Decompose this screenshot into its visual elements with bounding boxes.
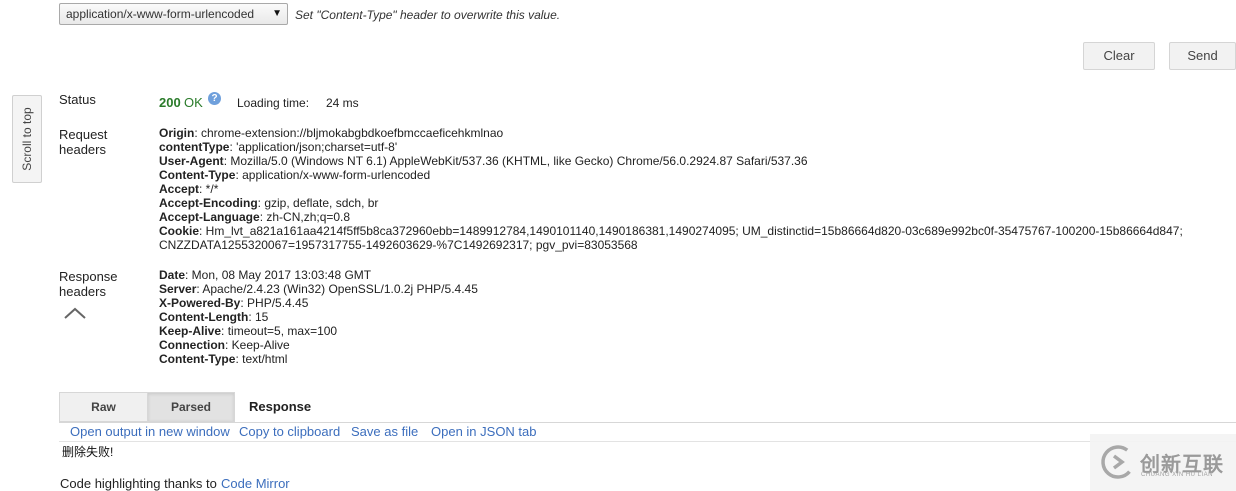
tab-parsed[interactable]: Parsed <box>147 392 235 422</box>
request-header-line: Accept: */* <box>159 182 219 196</box>
response-header-line: Date: Mon, 08 May 2017 13:03:48 GMT <box>159 268 372 282</box>
tab-response[interactable]: Response <box>249 399 311 414</box>
response-header-line: X-Powered-By: PHP/5.4.45 <box>159 296 309 310</box>
response-header-line: Content-Type: text/html <box>159 352 288 366</box>
request-header-line: Accept-Language: zh-CN,zh;q=0.8 <box>159 210 351 224</box>
send-button[interactable]: Send <box>1169 42 1236 70</box>
code-mirror-link[interactable]: Code Mirror <box>221 476 290 491</box>
cookie-continuation: CNZZDATA1255320067=1957317755-1492603629… <box>159 238 638 252</box>
chevron-up-icon[interactable] <box>63 306 87 320</box>
response-header-line: Keep-Alive: timeout=5, max=100 <box>159 324 338 338</box>
copy-to-clipboard-link[interactable]: Copy to clipboard <box>239 424 340 439</box>
content-type-hint: Set "Content-Type" header to overwrite t… <box>295 8 561 22</box>
status-text: OK <box>184 95 203 110</box>
status-label: Status <box>59 92 96 107</box>
content-type-select[interactable]: application/x-www-form-urlencoded ▼ <box>59 3 288 25</box>
response-header-line: Server: Apache/2.4.23 (Win32) OpenSSL/1.… <box>159 282 478 296</box>
watermark-subtitle: CHUANG XIN HU LIAN <box>1141 472 1214 478</box>
help-icon[interactable]: ? <box>208 92 221 105</box>
request-header-line: User-Agent: Mozilla/5.0 (Windows NT 6.1)… <box>159 154 808 168</box>
request-header-line: Origin: chrome-extension://bljmokabgbdko… <box>159 126 504 140</box>
open-json-tab-link[interactable]: Open in JSON tab <box>431 424 537 439</box>
open-output-link[interactable]: Open output in new window <box>70 424 230 439</box>
request-header-line: Content-Type: application/x-www-form-url… <box>159 168 431 182</box>
scroll-to-top-label: Scroll to top <box>20 107 34 171</box>
status-code: 200 <box>159 95 181 110</box>
dropdown-arrow-icon: ▼ <box>272 8 282 19</box>
response-header-line: Content-Length: 15 <box>159 310 269 324</box>
content-type-value: application/x-www-form-urlencoded <box>66 7 255 21</box>
response-toolbar <box>59 423 1236 442</box>
response-header-line: Connection: Keep-Alive <box>159 338 290 352</box>
request-headers-label: Request headers <box>59 127 108 157</box>
response-headers-label: Response headers <box>59 269 118 299</box>
tab-raw[interactable]: Raw <box>59 392 148 422</box>
request-header-line: Cookie: Hm_lvt_a821a161aa4214f5ff5b8ca37… <box>159 224 1183 238</box>
loading-time-label: Loading time: <box>237 96 310 110</box>
response-body: 删除失败! <box>62 445 114 459</box>
save-as-file-link[interactable]: Save as file <box>351 424 418 439</box>
loading-time-value: 24 ms <box>326 96 359 110</box>
request-header-line: Accept-Encoding: gzip, deflate, sdch, br <box>159 196 379 210</box>
scroll-to-top-button[interactable]: Scroll to top <box>12 95 42 183</box>
request-header-line: contentType: 'application/json;charset=u… <box>159 140 398 154</box>
watermark-logo-icon <box>1101 445 1135 479</box>
response-tab-bar <box>59 392 1236 423</box>
credits-text: Code highlighting thanks to <box>60 476 217 491</box>
clear-button[interactable]: Clear <box>1083 42 1155 70</box>
